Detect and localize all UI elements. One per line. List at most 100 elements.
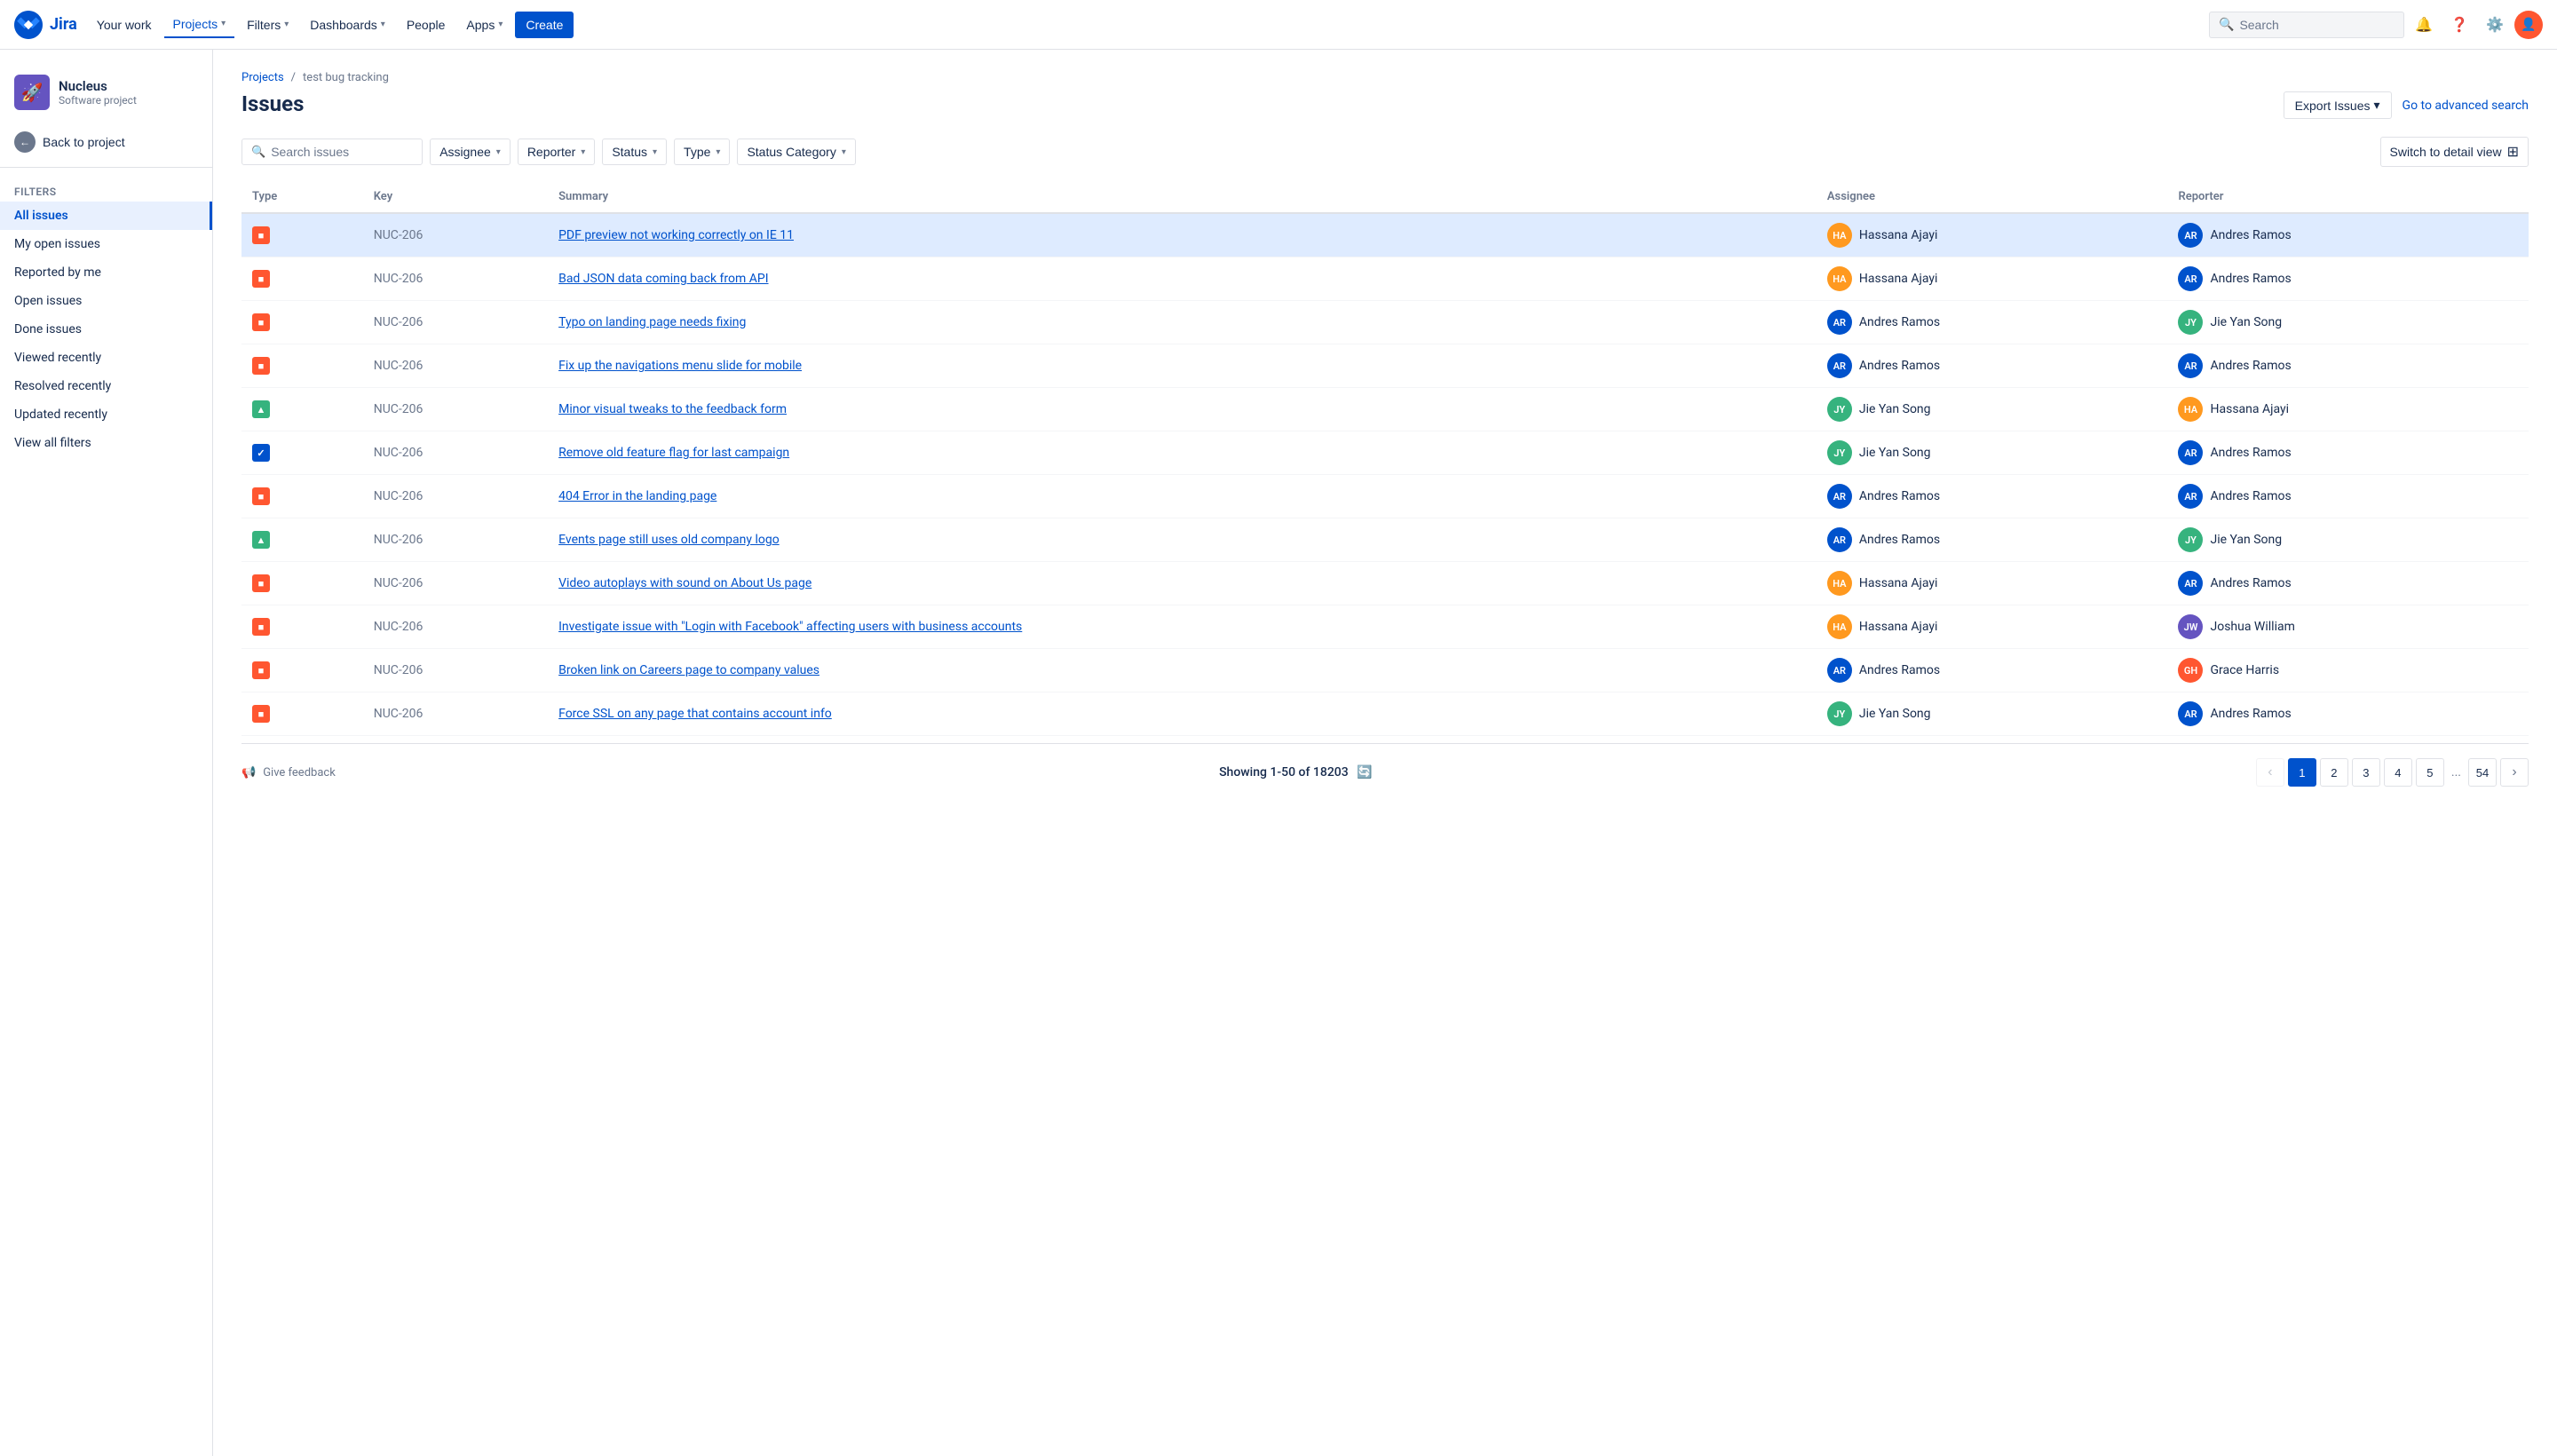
reporter-name: Jie Yan Song (2210, 315, 2282, 329)
sidebar-item-view-all-filters[interactable]: View all filters (0, 429, 212, 457)
apps-nav[interactable]: Apps ▾ (457, 12, 511, 37)
reporter-cell: ARAndres Ramos (2178, 266, 2518, 291)
your-work-nav[interactable]: Your work (88, 12, 161, 37)
reporter-cell: ARAndres Ramos (2178, 701, 2518, 726)
reporter-avatar: AR (2178, 353, 2203, 378)
pagination-next[interactable]: › (2500, 758, 2529, 787)
feedback-button[interactable]: 📢 Give feedback (241, 766, 336, 779)
project-icon: 🚀 (14, 75, 50, 110)
issue-summary-link[interactable]: Broken link on Careers page to company v… (558, 663, 819, 677)
pagination-page-5[interactable]: 5 (2416, 758, 2444, 787)
pagination-page-54[interactable]: 54 (2468, 758, 2497, 787)
reporter-name: Andres Ramos (2210, 272, 2291, 286)
sidebar-item-updated-recently[interactable]: Updated recently (0, 400, 212, 429)
assignee-avatar: HA (1827, 223, 1852, 248)
pagination-page-2[interactable]: 2 (2320, 758, 2348, 787)
issue-key: NUC-206 (363, 605, 548, 649)
assignee-name: Hassana Ajayi (1859, 576, 1938, 590)
sidebar-item-reported-by-me[interactable]: Reported by me (0, 258, 212, 287)
pagination-page-3[interactable]: 3 (2352, 758, 2380, 787)
table-row[interactable]: ■NUC-206Investigate issue with "Login wi… (241, 605, 2529, 649)
table-row[interactable]: ▲NUC-206Events page still uses old compa… (241, 518, 2529, 562)
reporter-avatar: AR (2178, 701, 2203, 726)
table-row[interactable]: ■NUC-206PDF preview not working correctl… (241, 213, 2529, 257)
jira-logo[interactable]: Jira (14, 11, 77, 39)
breadcrumb-current: test bug tracking (303, 71, 389, 84)
type-filter[interactable]: Type ▾ (674, 138, 730, 165)
settings-button[interactable]: ⚙️ (2479, 9, 2511, 41)
sidebar-project: 🚀 Nucleus Software project (0, 64, 212, 124)
issue-summary-link[interactable]: Typo on landing page needs fixing (558, 315, 746, 329)
projects-nav[interactable]: Projects ▾ (164, 12, 235, 38)
col-reporter: Reporter (2167, 181, 2529, 213)
sidebar-item-viewed-recently[interactable]: Viewed recently (0, 344, 212, 372)
table-row[interactable]: ■NUC-206Fix up the navigations menu slid… (241, 344, 2529, 388)
dashboards-nav[interactable]: Dashboards ▾ (301, 12, 394, 37)
table-row[interactable]: ■NUC-206Bad JSON data coming back from A… (241, 257, 2529, 301)
page-header: Issues Export Issues ▾ Go to advanced se… (241, 91, 2529, 119)
assignee-avatar: JY (1827, 397, 1852, 422)
user-avatar[interactable]: 👤 (2514, 11, 2543, 39)
breadcrumb-projects-link[interactable]: Projects (241, 71, 284, 84)
issue-summary-link[interactable]: Force SSL on any page that contains acco… (558, 707, 832, 721)
reporter-name: Joshua William (2210, 620, 2294, 634)
table-row[interactable]: ▲NUC-206Minor visual tweaks to the feedb… (241, 388, 2529, 431)
issue-summary-link[interactable]: 404 Error in the landing page (558, 489, 716, 503)
pagination-page-4[interactable]: 4 (2384, 758, 2412, 787)
issue-key: NUC-206 (363, 213, 548, 257)
reporter-avatar: AR (2178, 223, 2203, 248)
create-button[interactable]: Create (515, 12, 574, 38)
issue-summary-link[interactable]: Remove old feature flag for last campaig… (558, 446, 789, 460)
assignee-avatar: AR (1827, 527, 1852, 552)
table-row[interactable]: ■NUC-206Force SSL on any page that conta… (241, 692, 2529, 736)
table-row[interactable]: ■NUC-206404 Error in the landing pageARA… (241, 475, 2529, 518)
reporter-chevron-icon: ▾ (581, 147, 585, 157)
pagination-prev[interactable]: ‹ (2256, 758, 2284, 787)
bell-icon: 🔔 (2415, 16, 2433, 34)
sidebar-item-all-issues[interactable]: All issues (0, 202, 212, 230)
reporter-filter[interactable]: Reporter ▾ (518, 138, 596, 165)
advanced-search-link[interactable]: Go to advanced search (2403, 99, 2529, 113)
issue-summary-link[interactable]: Investigate issue with "Login with Faceb… (558, 620, 1022, 634)
switch-to-detail-view-button[interactable]: Switch to detail view ⊞ (2380, 137, 2529, 167)
issue-type-icon: ■ (252, 705, 270, 723)
sidebar-item-open-issues[interactable]: Open issues (0, 287, 212, 315)
table-row[interactable]: ■NUC-206Video autoplays with sound on Ab… (241, 562, 2529, 605)
back-to-project-button[interactable]: ← Back to project (0, 124, 212, 160)
refresh-icon[interactable]: 🔄 (1357, 765, 1372, 779)
pagination-page-1[interactable]: 1 (2288, 758, 2316, 787)
global-search[interactable]: 🔍 (2209, 12, 2404, 38)
table-row[interactable]: ✓NUC-206Remove old feature flag for last… (241, 431, 2529, 475)
assignee-name: Andres Ramos (1859, 489, 1940, 503)
filters-nav[interactable]: Filters ▾ (238, 12, 297, 37)
issue-summary-link[interactable]: Events page still uses old company logo (558, 533, 780, 547)
issue-summary-link[interactable]: Video autoplays with sound on About Us p… (558, 576, 811, 590)
assignee-name: Jie Yan Song (1859, 707, 1931, 721)
export-issues-button[interactable]: Export Issues ▾ (2284, 91, 2392, 119)
table-row[interactable]: ■NUC-206Broken link on Careers page to c… (241, 649, 2529, 692)
assignee-filter[interactable]: Assignee ▾ (430, 138, 511, 165)
issue-summary-link[interactable]: Minor visual tweaks to the feedback form (558, 402, 787, 416)
issue-summary-link[interactable]: Bad JSON data coming back from API (558, 272, 768, 286)
assignee-name: Hassana Ajayi (1859, 272, 1938, 286)
reporter-cell: HAHassana Ajayi (2178, 397, 2518, 422)
help-button[interactable]: ❓ (2443, 9, 2475, 41)
breadcrumb-separator: / (291, 71, 296, 84)
search-issues-input[interactable] (271, 145, 413, 159)
reporter-cell: JYJie Yan Song (2178, 310, 2518, 335)
page-title: Issues (241, 91, 304, 116)
people-nav[interactable]: People (398, 12, 455, 37)
notifications-button[interactable]: 🔔 (2408, 9, 2440, 41)
sidebar-item-my-open-issues[interactable]: My open issues (0, 230, 212, 258)
issue-summary-link[interactable]: Fix up the navigations menu slide for mo… (558, 359, 802, 373)
issue-summary-link[interactable]: PDF preview not working correctly on IE … (558, 228, 794, 242)
sidebar-item-resolved-recently[interactable]: Resolved recently (0, 372, 212, 400)
status-category-filter[interactable]: Status Category ▾ (737, 138, 855, 165)
sidebar-item-done-issues[interactable]: Done issues (0, 315, 212, 344)
reporter-name: Andres Ramos (2210, 359, 2291, 373)
table-row[interactable]: ■NUC-206Typo on landing page needs fixin… (241, 301, 2529, 344)
back-icon: ← (14, 131, 36, 153)
search-input[interactable] (2239, 18, 2381, 32)
status-filter[interactable]: Status ▾ (602, 138, 667, 165)
search-issues-wrap[interactable]: 🔍 (241, 138, 423, 165)
